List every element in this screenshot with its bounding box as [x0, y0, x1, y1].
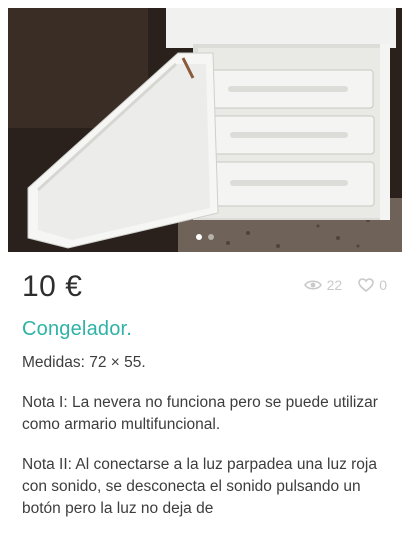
- description-paragraph: Nota I: La nevera no funciona pero se pu…: [22, 394, 378, 433]
- description-paragraph: Nota II: Al conectarse a la luz parpadea…: [22, 456, 377, 517]
- gallery-dot[interactable]: [208, 234, 214, 240]
- likes-counter[interactable]: 0: [358, 277, 387, 293]
- views-counter: 22: [303, 277, 343, 293]
- gallery-pagination: [8, 234, 402, 240]
- gallery-dot-active[interactable]: [196, 234, 202, 240]
- heart-icon: [358, 278, 375, 292]
- product-photo: [8, 8, 402, 252]
- listing-title: Congelador.: [22, 318, 133, 340]
- listing-description: Medidas: 72 × 55. Nota I: La nevera no f…: [22, 352, 388, 538]
- views-count: 22: [326, 277, 343, 293]
- likes-count: 0: [379, 277, 387, 293]
- photo-gallery[interactable]: [8, 8, 402, 252]
- description-paragraph: Medidas: 72 × 55.: [22, 354, 146, 371]
- listing-stats: 22 0: [303, 277, 387, 293]
- eye-icon: [303, 280, 322, 290]
- listing-price: 10 €: [22, 270, 83, 303]
